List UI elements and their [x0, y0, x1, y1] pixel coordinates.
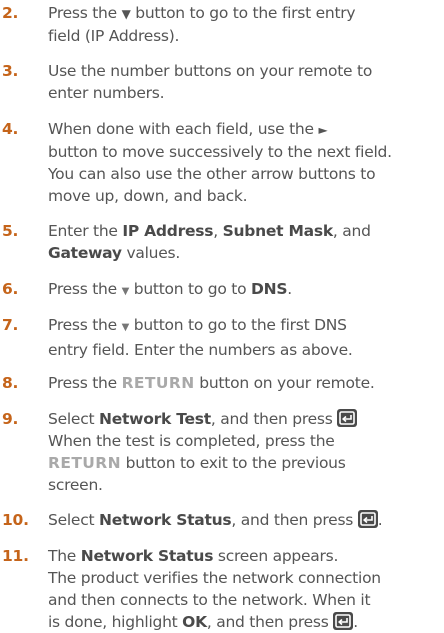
- down-arrow-icon: ▼: [121, 286, 130, 297]
- step-number: 2.: [2, 4, 19, 22]
- step-number: 7.: [2, 316, 19, 334]
- document-page: 2. Press the ▼ button to go to the first…: [2, 4, 392, 631]
- enter-icon: [333, 612, 354, 630]
- step-number: 11.: [2, 547, 29, 565]
- enter-icon: [337, 409, 358, 427]
- step-number: 8.: [2, 374, 19, 392]
- enter-icon: [357, 510, 378, 528]
- down-arrow-icon: ▼: [121, 7, 131, 21]
- step-number: 5.: [2, 222, 19, 240]
- right-arrow-icon: ►: [318, 123, 328, 137]
- step-number: 6.: [2, 280, 19, 298]
- step-number: 10.: [2, 511, 29, 529]
- step-number: 3.: [2, 62, 19, 80]
- step-number: 4.: [2, 120, 19, 138]
- down-arrow-icon: ▼: [121, 322, 130, 333]
- step-number: 9.: [2, 410, 19, 428]
